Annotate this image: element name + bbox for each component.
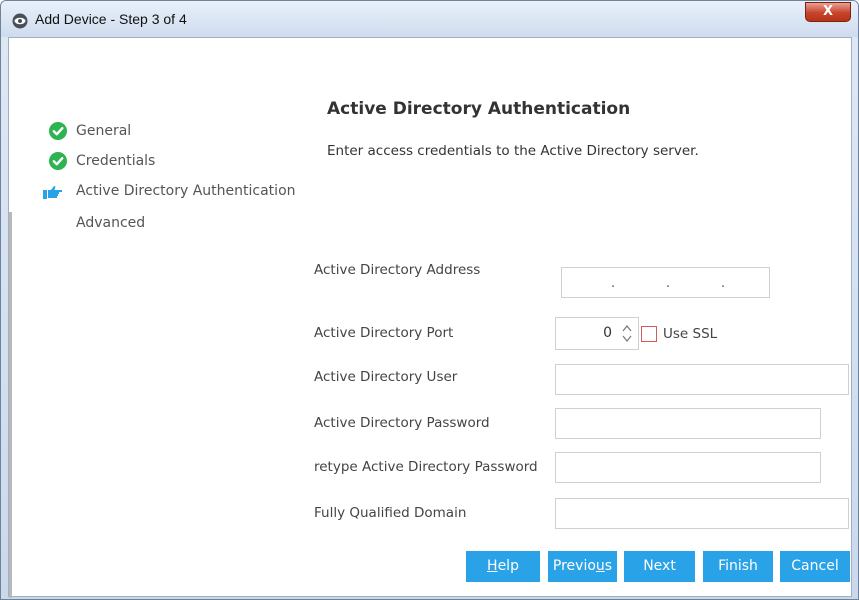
window-title: Add Device - Step 3 of 4	[35, 11, 187, 27]
app-eye-icon	[12, 13, 28, 29]
domain-input[interactable]	[555, 498, 849, 529]
address-label: Active Directory Address	[314, 262, 481, 278]
title-bar: Add Device - Step 3 of 4 X	[1, 1, 858, 37]
pointing-hand-icon	[43, 186, 62, 199]
previous-label-end: s	[604, 558, 613, 574]
help-button[interactable]: Help	[466, 551, 540, 582]
previous-label-start: Previo	[552, 558, 596, 574]
retype-password-input[interactable]	[555, 452, 821, 483]
step-label: Credentials	[76, 153, 156, 169]
previous-mnemonic: u	[595, 558, 605, 574]
add-device-window: Add Device - Step 3 of 4 X General Crede…	[0, 0, 859, 600]
port-stepper[interactable]: 0	[555, 317, 639, 350]
help-mnemonic: H	[487, 558, 498, 574]
use-ssl-checkbox[interactable]	[641, 326, 657, 342]
ip-separator: .	[721, 276, 726, 291]
previous-button[interactable]: Previous	[548, 551, 617, 582]
check-circle-icon	[49, 122, 67, 140]
step-label: Advanced	[76, 215, 146, 231]
use-ssl-label: Use SSL	[663, 326, 718, 342]
check-circle-icon	[49, 152, 67, 170]
next-button[interactable]: Next	[624, 551, 695, 582]
close-button[interactable]: X	[805, 2, 851, 22]
dialog-content: General Credentials Active Directory Aut…	[8, 37, 852, 598]
spinner-arrows-icon[interactable]	[620, 321, 634, 346]
retype-password-label: retype Active Directory Password	[314, 459, 538, 475]
address-ip-field[interactable]: . . .	[561, 267, 770, 298]
close-icon: X	[822, 4, 834, 19]
password-label: Active Directory Password	[314, 415, 490, 431]
step-label: Active Directory Authentication	[76, 183, 296, 199]
step-label: General	[76, 123, 132, 139]
password-input[interactable]	[555, 408, 821, 439]
ip-separator: .	[611, 276, 616, 291]
help-label-rest: elp	[497, 558, 519, 574]
ip-separator: .	[666, 276, 671, 291]
user-input[interactable]	[555, 364, 849, 395]
cancel-button[interactable]: Cancel	[780, 551, 850, 582]
port-value: 0	[603, 325, 612, 341]
finish-button[interactable]: Finish	[703, 551, 773, 582]
port-label: Active Directory Port	[314, 325, 454, 341]
domain-label: Fully Qualified Domain	[314, 505, 467, 521]
page-title: Active Directory Authentication	[327, 99, 631, 119]
user-label: Active Directory User	[314, 369, 458, 385]
left-edge-bar	[9, 212, 12, 598]
page-description: Enter access credentials to the Active D…	[327, 143, 699, 159]
